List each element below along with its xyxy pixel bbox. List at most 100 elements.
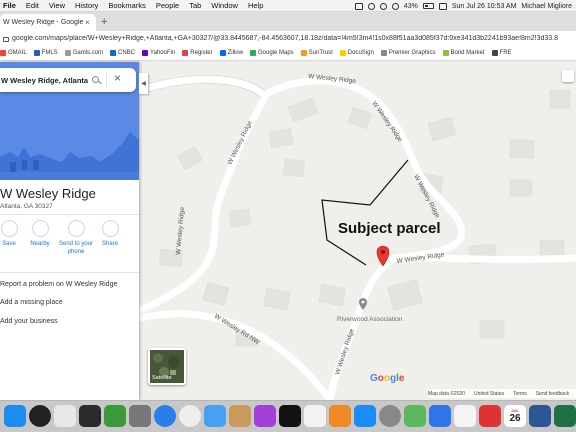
cnbc-icon: [110, 50, 117, 56]
poi-label[interactable]: Riverwood Association: [337, 316, 403, 323]
menu-help[interactable]: Help: [243, 1, 268, 10]
url-text[interactable]: google.com/maps/place/W+Wesley+Ridge,+At…: [12, 35, 558, 42]
bookmark-docusign[interactable]: DocuSign: [339, 50, 374, 56]
excel-icon[interactable]: [554, 405, 576, 427]
wifi-icon[interactable]: [438, 2, 447, 10]
calendar-icon[interactable]: JUL 26: [504, 405, 526, 427]
bookmark-gmail[interactable]: GMAIL: [0, 50, 27, 56]
lock-icon[interactable]: [3, 37, 9, 42]
menu-tab[interactable]: Tab: [184, 1, 206, 10]
send-to-phone-button[interactable]: Send to your phone: [56, 220, 96, 256]
dropbox-icon[interactable]: [429, 405, 451, 427]
menu-clock[interactable]: Sun Jul 26 10:53 AM: [452, 3, 517, 10]
suntrust-icon: [300, 50, 307, 56]
save-button[interactable]: Save: [0, 220, 24, 248]
word-icon[interactable]: [529, 405, 551, 427]
search-icon[interactable]: [92, 76, 99, 83]
screen-icon[interactable]: [354, 2, 363, 10]
battery-icon[interactable]: [422, 3, 434, 9]
bookmark-google-maps[interactable]: Google Maps: [249, 50, 294, 56]
divider: [0, 272, 139, 273]
menu-edit[interactable]: Edit: [21, 1, 44, 10]
menu-window[interactable]: Window: [206, 1, 243, 10]
road-label: W Wesley Ridge: [175, 206, 186, 255]
dreamweaver-icon[interactable]: [104, 405, 126, 427]
apple-tv-icon[interactable]: [279, 405, 301, 427]
menu-file[interactable]: File: [0, 1, 21, 10]
mail-icon[interactable]: [204, 405, 226, 427]
finder-icon[interactable]: [4, 405, 26, 427]
feedback-link[interactable]: Send feedback: [536, 391, 569, 397]
address-bar[interactable]: google.com/maps/place/W+Wesley+Ridge,+At…: [0, 31, 576, 46]
bookmark-label: Premier Graphics: [388, 50, 436, 56]
bookmark-suntrust[interactable]: SunTrust: [300, 50, 333, 56]
books-icon[interactable]: [329, 405, 351, 427]
browser-tab[interactable]: W Wesley Ridge - Google Maps ×: [0, 14, 96, 31]
save-label: Save: [2, 241, 16, 247]
photos-icon[interactable]: [54, 405, 76, 427]
bookmark-gamls[interactable]: Gamls.com: [64, 50, 103, 56]
chrome-icon[interactable]: [179, 405, 201, 427]
fmls-icon: [33, 50, 40, 56]
google-logo: Google: [370, 373, 404, 384]
preview-icon[interactable]: [129, 405, 151, 427]
share-button[interactable]: Share: [95, 220, 125, 248]
nearby-label: Nearby: [30, 241, 50, 247]
bookmark-zillow[interactable]: Zillow: [219, 50, 243, 56]
road-label: W Wesley Ridge: [370, 100, 403, 144]
menu-history[interactable]: History: [70, 1, 103, 10]
menu-people[interactable]: People: [151, 1, 184, 10]
pixelmator-icon[interactable]: [79, 405, 101, 427]
map-attribution: Map data ©2020 United States Terms Send …: [428, 389, 576, 398]
bookmark-yahoofin[interactable]: YahooFin: [142, 50, 175, 56]
bookmark-register[interactable]: Register: [182, 50, 213, 56]
menu-bookmarks[interactable]: Bookmarks: [103, 1, 151, 10]
podcasts-icon[interactable]: [254, 405, 276, 427]
volume-icon[interactable]: [391, 2, 399, 10]
nearby-button[interactable]: Nearby: [25, 220, 55, 248]
search-box[interactable]: W Wesley Ridge, Atlanta, GA ×: [0, 68, 136, 92]
add-missing-place-link[interactable]: Add a missing place: [0, 299, 63, 306]
bookmark-label: GMAIL: [8, 50, 27, 56]
app-store-icon[interactable]: [354, 405, 376, 427]
maps-app-icon[interactable]: [404, 405, 426, 427]
music-icon[interactable]: [304, 405, 326, 427]
hdr-app-icon[interactable]: [29, 405, 51, 427]
add-business-link[interactable]: Add your business: [0, 318, 58, 325]
bookmark-label: YahooFin: [150, 50, 176, 56]
close-icon[interactable]: ×: [114, 71, 121, 85]
bookmarks-bar: GMAIL FMLS Gamls.com CNBC YahooFin Regis…: [0, 46, 576, 61]
user-name[interactable]: Michael Migliore: [521, 3, 572, 10]
bookmark-bond-market[interactable]: Bond Market: [442, 50, 485, 56]
bookmark-fmls[interactable]: FMLS: [33, 50, 58, 56]
satellite-toggle[interactable]: Satellite: [148, 348, 186, 385]
tab-title: W Wesley Ridge - Google Maps: [3, 19, 83, 26]
bluetooth-icon[interactable]: [379, 2, 387, 10]
place-title: W Wesley Ridge: [0, 186, 96, 201]
bookmark-cnbc[interactable]: CNBC: [110, 50, 135, 56]
collapse-panel-button[interactable]: ◀: [139, 73, 148, 94]
clock-icon[interactable]: [367, 2, 375, 10]
safari-icon[interactable]: [154, 405, 176, 427]
contacts-icon[interactable]: [229, 405, 251, 427]
satellite-label: Satellite: [152, 375, 172, 381]
region-link[interactable]: United States: [474, 391, 504, 397]
notes-icon[interactable]: [454, 405, 476, 427]
menu-view[interactable]: View: [44, 1, 70, 10]
stickies-icon[interactable]: [479, 405, 501, 427]
terms-link[interactable]: Terms: [513, 391, 527, 397]
parcel-outline: [321, 159, 409, 266]
system-preferences-icon[interactable]: [379, 405, 401, 427]
report-problem-link[interactable]: Report a problem on W Wesley Ridge: [0, 281, 117, 288]
logo-letter: G: [370, 373, 378, 384]
bookmark-fre[interactable]: FRE: [491, 50, 512, 56]
close-tab-icon[interactable]: ×: [85, 18, 90, 27]
zoom-in-button[interactable]: [562, 70, 574, 82]
search-input[interactable]: W Wesley Ridge, Atlanta, GA: [0, 76, 88, 85]
share-icon: [101, 220, 119, 237]
mac-menu-bar: File Edit View History Bookmarks People …: [0, 0, 576, 12]
place-panel: W Wesley Ridge, Atlanta, GA × W Wesley R…: [0, 62, 139, 400]
bookmark-premier-graphics[interactable]: Premier Graphics: [380, 50, 436, 56]
logo-letter: e: [398, 373, 405, 384]
new-tab-icon[interactable]: +: [101, 16, 107, 28]
